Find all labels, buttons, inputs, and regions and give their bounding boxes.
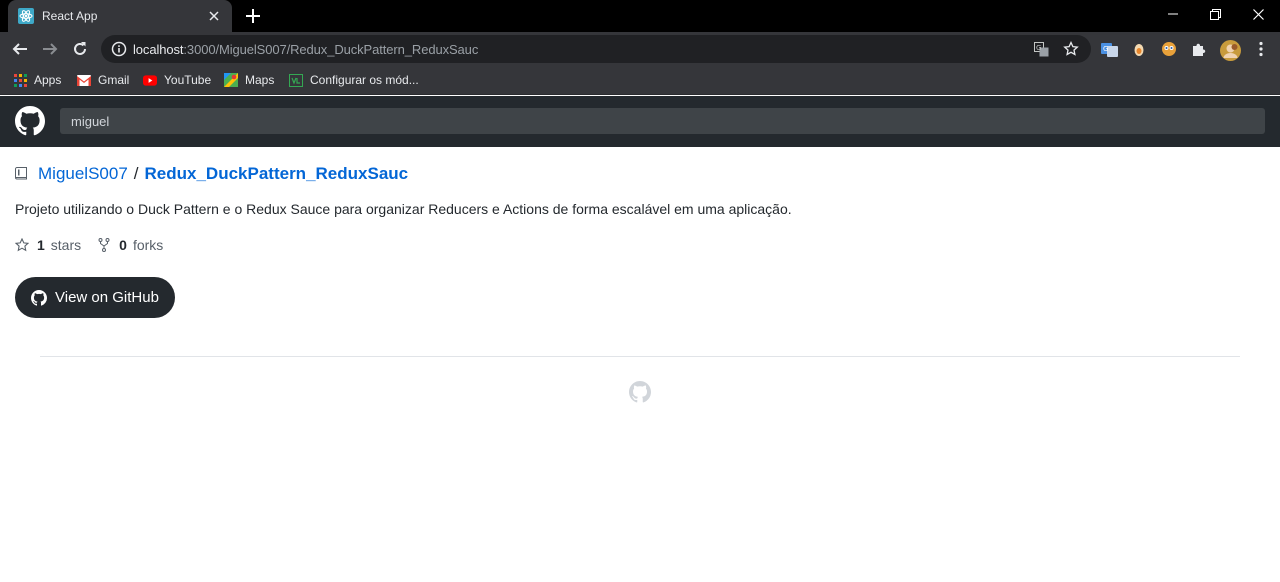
footer-github-logo-icon: [629, 381, 651, 403]
translate-icon[interactable]: G: [1033, 41, 1049, 57]
browser-toolbar: localhost:3000/MiguelS007/Redux_DuckPatt…: [0, 32, 1280, 65]
repo-owner-link[interactable]: MiguelS007: [38, 164, 128, 184]
browser-tab-strip: React App: [0, 0, 1280, 32]
bookmark-star-icon[interactable]: [1063, 41, 1079, 57]
star-icon: [15, 238, 29, 252]
view-on-github-button[interactable]: View on GitHub: [15, 277, 175, 318]
bookmark-label: YouTube: [164, 73, 212, 87]
extension-face-icon[interactable]: [1160, 40, 1178, 58]
forks-label: forks: [132, 237, 164, 253]
view-on-github-label: View on GitHub: [55, 289, 159, 306]
search-input[interactable]: [60, 108, 1265, 134]
tab-close-icon[interactable]: [206, 8, 222, 24]
repo-stats: 1 stars 0 forks: [15, 236, 163, 254]
forward-arrow-icon[interactable]: [37, 36, 63, 62]
address-bar[interactable]: localhost:3000/MiguelS007/Redux_DuckPatt…: [101, 35, 1091, 63]
gmail-icon: [77, 73, 91, 87]
app-header: [0, 96, 1280, 147]
forks-count: 0: [119, 237, 127, 253]
bookmark-label: Configurar os mód...: [310, 73, 419, 87]
browser-tab[interactable]: React App: [8, 0, 232, 32]
react-favicon-icon: [18, 8, 34, 24]
restore-icon[interactable]: [1193, 0, 1237, 28]
bookmark-label: Maps: [245, 73, 275, 87]
repo-description: Projeto utilizando o Duck Pattern e o Re…: [15, 201, 792, 217]
bookmark-apps[interactable]: Apps: [13, 71, 61, 89]
repo-separator: /: [133, 164, 139, 183]
extensions-puzzle-icon[interactable]: [1190, 40, 1208, 58]
bookmarks-bar: Apps Gmail YouTube Maps Configurar os mó…: [0, 65, 1280, 95]
url-host: localhost: [133, 42, 184, 57]
new-tab-icon[interactable]: [243, 6, 263, 26]
youtube-icon: [143, 73, 157, 87]
bookmark-configurar[interactable]: Configurar os mód...: [289, 71, 419, 89]
maps-icon: [224, 73, 238, 87]
stars-label: stars: [50, 237, 82, 253]
fork-icon: [97, 238, 111, 252]
site-info-icon[interactable]: [111, 41, 127, 57]
back-arrow-icon[interactable]: [7, 36, 33, 62]
svg-text:G: G: [1103, 45, 1108, 53]
browser-menu-icon[interactable]: [1252, 40, 1270, 58]
github-logo-icon[interactable]: [15, 106, 45, 136]
repo-icon: [15, 166, 29, 182]
repo-name-link[interactable]: Redux_DuckPattern_ReduxSauc: [145, 164, 409, 184]
repo-title: MiguelS007 / Redux_DuckPattern_ReduxSauc: [15, 163, 408, 185]
profile-avatar-icon[interactable]: [1219, 39, 1241, 61]
svg-text:G: G: [1036, 44, 1041, 52]
bookmark-gmail[interactable]: Gmail: [77, 71, 129, 89]
classroom-icon: [289, 73, 303, 87]
address-url: localhost:3000/MiguelS007/Redux_DuckPatt…: [133, 42, 478, 57]
reload-icon[interactable]: [67, 36, 93, 62]
bookmark-maps[interactable]: Maps: [224, 71, 274, 89]
stars-count: 1: [37, 237, 45, 253]
tab-title: React App: [42, 9, 98, 23]
extension-egg-icon[interactable]: [1130, 40, 1148, 58]
apps-grid-icon: [13, 73, 27, 87]
bookmark-youtube[interactable]: YouTube: [143, 71, 211, 89]
window-close-icon[interactable]: [1236, 0, 1280, 28]
bookmark-label: Apps: [34, 73, 62, 87]
url-path: :3000/MiguelS007/Redux_DuckPattern_Redux…: [183, 42, 479, 57]
translate-extension-icon[interactable]: G: [1100, 40, 1118, 58]
minimize-icon[interactable]: [1151, 0, 1195, 28]
footer-divider: [40, 356, 1240, 357]
bookmark-label: Gmail: [98, 73, 130, 87]
github-logo-icon: [31, 289, 47, 306]
